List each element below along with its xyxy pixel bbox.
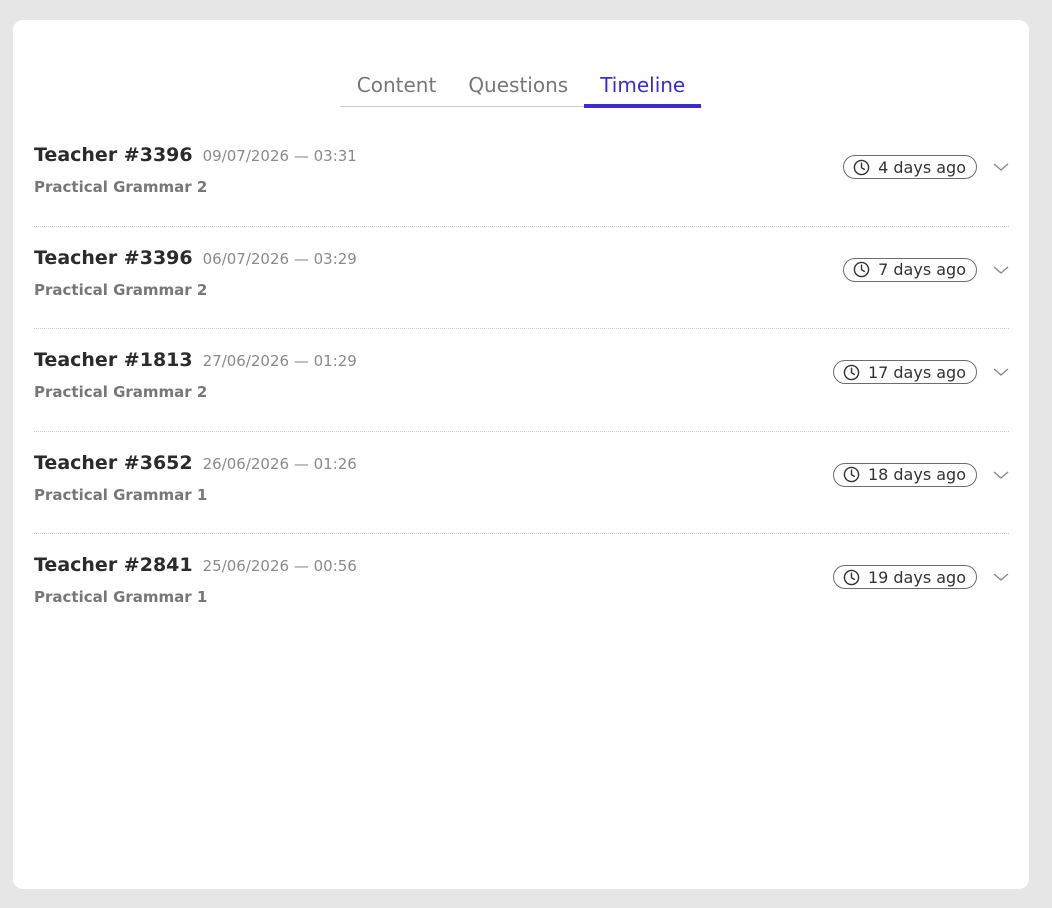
chevron-down-icon[interactable]	[993, 160, 1009, 174]
clock-icon	[853, 261, 870, 278]
timestamp: 26/06/2026 — 01:26	[202, 454, 357, 473]
course-name: Practical Grammar 2	[34, 383, 208, 401]
clock-icon	[843, 364, 860, 380]
teacher-name: Teacher #3652	[34, 451, 193, 474]
time-ago-text: 17 days ago	[867, 362, 966, 382]
teacher-name: Teacher #2841	[34, 554, 193, 576]
teacher-name: Teacher #1813	[34, 349, 193, 371]
time-ago-badge: 4 days ago	[843, 155, 977, 179]
teacher-name: Teacher #3396	[34, 144, 193, 166]
time-ago-badge: 7 days ago	[843, 257, 977, 282]
time-ago-text: 4 days ago	[878, 157, 966, 177]
timeline-row[interactable]: Teacher #1813 27/06/2026 — 01:29 Practic…	[34, 329, 1009, 432]
timeline-row[interactable]: Teacher #3396 09/07/2026 — 03:31 Practic…	[34, 124, 1009, 227]
timeline-row[interactable]: Teacher #2841 25/06/2026 — 00:56 Practic…	[34, 534, 1009, 637]
teacher-name: Teacher #3396	[34, 246, 193, 269]
tab-content[interactable]: Content	[341, 74, 453, 106]
timeline-row[interactable]: Teacher #3652 26/06/2026 — 01:26 Practic…	[34, 432, 1009, 534]
tab-timeline[interactable]: Timeline	[584, 74, 702, 108]
clock-icon	[843, 569, 860, 585]
timestamp: 25/06/2026 — 00:56	[202, 557, 357, 575]
timeline-list: Teacher #3396 09/07/2026 — 03:31 Practic…	[34, 124, 1009, 637]
chevron-down-icon[interactable]	[993, 365, 1009, 379]
tab-questions[interactable]: Questions	[452, 74, 584, 106]
timeline-card: Content Questions Timeline Teacher #3396…	[13, 20, 1029, 889]
time-ago-text: 7 days ago	[878, 260, 966, 279]
timestamp: 09/07/2026 — 03:31	[202, 147, 357, 165]
course-name: Practical Grammar 2	[34, 178, 208, 196]
chevron-down-icon[interactable]	[993, 468, 1009, 482]
time-ago-badge: 17 days ago	[832, 360, 977, 384]
clock-icon	[843, 466, 860, 483]
time-ago-badge: 18 days ago	[832, 462, 977, 487]
time-ago-badge: 19 days ago	[832, 565, 977, 589]
time-ago-text: 19 days ago	[867, 567, 966, 587]
timeline-row[interactable]: Teacher #3396 06/07/2026 — 03:29 Practic…	[34, 227, 1009, 329]
chevron-down-icon[interactable]	[993, 263, 1009, 277]
timestamp: 27/06/2026 — 01:29	[202, 352, 357, 370]
timestamp: 06/07/2026 — 03:29	[202, 249, 357, 268]
chevron-down-icon[interactable]	[993, 570, 1009, 584]
time-ago-text: 18 days ago	[867, 465, 966, 484]
course-name: Practical Grammar 1	[34, 588, 208, 606]
course-name: Practical Grammar 2	[34, 280, 208, 299]
tab-bar: Content Questions Timeline	[340, 74, 702, 108]
clock-icon	[853, 159, 870, 175]
course-name: Practical Grammar 1	[34, 485, 208, 504]
